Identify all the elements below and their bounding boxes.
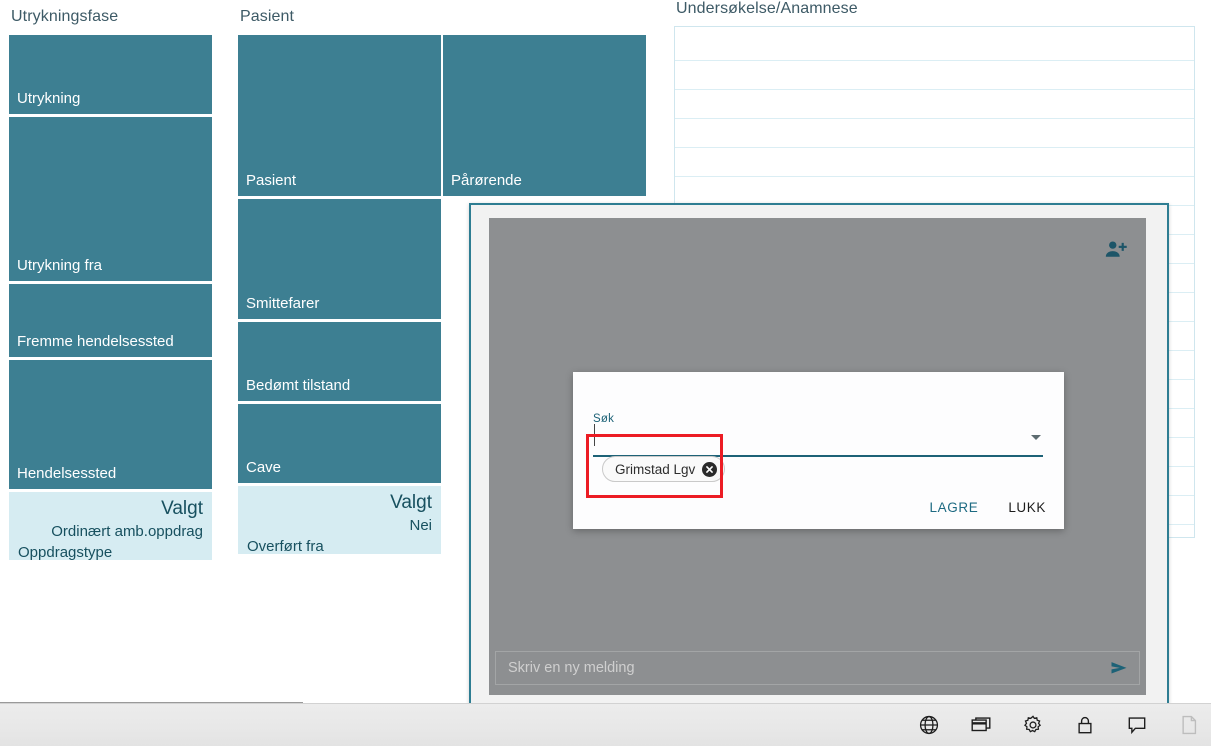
tile-pasient[interactable]: Pasient xyxy=(238,35,441,196)
chat-bubble-icon[interactable] xyxy=(1122,711,1151,740)
summary-field: Overført fra xyxy=(247,538,324,555)
column-pasient: Pasient Pasient Smittefarer Bedømt tilst… xyxy=(238,8,441,555)
summary-value: Ordinært amb.oppdrag xyxy=(51,523,203,540)
tile-label: Bedømt tilstand xyxy=(246,377,351,394)
column-title: Utrykningsfase xyxy=(11,8,119,25)
search-dialog: Søk LAGRE LUKK xyxy=(573,372,1064,529)
tile-bedomt-tilstand[interactable]: Bedømt tilstand xyxy=(238,322,441,401)
tile-label: Cave xyxy=(246,459,282,476)
column-title xyxy=(443,8,646,26)
column-title: Pasient xyxy=(240,8,295,25)
chat-message-input[interactable] xyxy=(496,659,1099,677)
dialog-actions: LAGRE LUKK xyxy=(926,498,1050,517)
text-caret xyxy=(594,424,595,446)
bottom-toolbar xyxy=(0,703,1211,746)
tile-cave[interactable]: Cave xyxy=(238,404,441,483)
tile-utrykning-fra[interactable]: Utrykning fra xyxy=(9,117,212,281)
tile-label: Smittefarer xyxy=(246,295,320,312)
lock-icon[interactable] xyxy=(1070,711,1099,740)
chip-label: Grimstad Lgv xyxy=(615,461,696,477)
tile-utrykning[interactable]: Utrykning xyxy=(9,35,212,114)
window-icon[interactable] xyxy=(966,711,995,740)
chevron-down-icon[interactable] xyxy=(1031,435,1041,440)
tile-label: Pasient xyxy=(246,172,297,189)
tile-label: Utrykning fra xyxy=(17,257,103,274)
tile-label: Utrykning xyxy=(17,90,81,107)
summary-heading: Valgt xyxy=(161,498,203,519)
tile-smittefarer[interactable]: Smittefarer xyxy=(238,199,441,319)
summary-value: Nei xyxy=(409,517,432,534)
notes-title: Undersøkelse/Anamnese xyxy=(676,0,858,17)
close-circle-icon[interactable] xyxy=(702,461,718,477)
save-button[interactable]: LAGRE xyxy=(926,498,983,517)
tile-label: Hendelsessted xyxy=(17,465,117,482)
send-icon[interactable] xyxy=(1099,652,1139,684)
person-add-icon[interactable] xyxy=(1103,237,1129,263)
summary-overfort-fra[interactable]: Valgt Nei Overført fra xyxy=(238,486,441,555)
close-button[interactable]: LUKK xyxy=(1004,498,1050,517)
document-icon[interactable] xyxy=(1174,711,1203,740)
tile-label: Pårørende xyxy=(451,172,522,189)
tile-hendelsessted[interactable]: Hendelsessted xyxy=(9,360,212,489)
globe-icon[interactable] xyxy=(914,711,943,740)
gear-icon[interactable] xyxy=(1018,711,1047,740)
column-utrykningsfase: Utrykningsfase Utrykning Utrykning fra F… xyxy=(9,8,212,561)
summary-oppdragstype[interactable]: Valgt Ordinært amb.oppdrag Oppdragstype xyxy=(9,492,212,561)
column-parorende: Pårørende xyxy=(443,8,646,199)
search-input[interactable] xyxy=(593,424,1043,457)
tile-label: Fremme hendelsessted xyxy=(17,333,174,350)
summary-field: Oppdragstype xyxy=(18,544,113,561)
summary-heading: Valgt xyxy=(390,492,432,513)
chat-compose-bar xyxy=(495,651,1140,685)
toolbar-icons xyxy=(914,704,1203,746)
search-label: Søk xyxy=(593,413,615,425)
tile-fremme-hendelsessted[interactable]: Fremme hendelsessted xyxy=(9,284,212,357)
selected-chip-grimstad-lgv[interactable]: Grimstad Lgv xyxy=(602,456,726,482)
tile-parorende[interactable]: Pårørende xyxy=(443,35,646,196)
